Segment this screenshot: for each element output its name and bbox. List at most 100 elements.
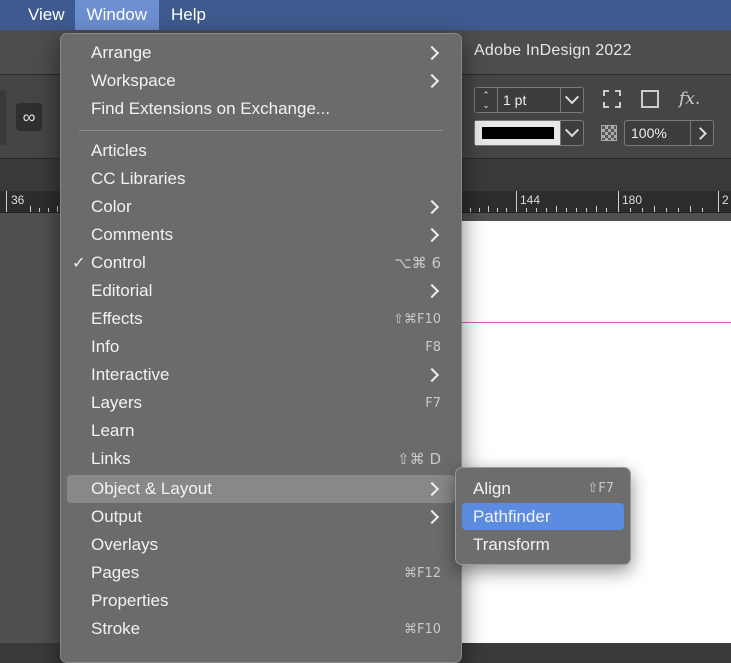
frame-fitting-icon[interactable] bbox=[603, 90, 621, 108]
menu-item-articles[interactable]: Articles bbox=[67, 137, 455, 165]
chevron-down-icon bbox=[564, 123, 580, 138]
checkmark-icon: ✓ bbox=[72, 255, 86, 272]
menu-separator bbox=[79, 130, 443, 131]
menu-item-label: Info bbox=[91, 337, 120, 356]
menu-window[interactable]: Window bbox=[74, 0, 160, 30]
ruler-tick bbox=[39, 208, 40, 212]
menu-item-effects[interactable]: Effects ⇧⌘F10 bbox=[67, 305, 455, 333]
menu-item-label: Interactive bbox=[91, 365, 170, 384]
ruler-label: 2 bbox=[722, 193, 729, 207]
stroke-type-dropdown[interactable] bbox=[560, 121, 583, 145]
menu-item-label: Overlays bbox=[91, 535, 159, 554]
ruler-tick bbox=[576, 208, 577, 212]
ruler-tick bbox=[654, 206, 655, 212]
window-menu: Arrange Workspace Find Extensions on Exc… bbox=[60, 33, 462, 663]
menu-item-pages[interactable]: Pages ⌘F12 bbox=[67, 559, 455, 587]
ruler-tick bbox=[566, 208, 567, 212]
ruler-major-tick bbox=[516, 191, 517, 212]
ruler-label: 36 bbox=[11, 193, 25, 207]
ruler-major-tick bbox=[718, 191, 719, 212]
menu-item-label: Control bbox=[91, 253, 146, 272]
submenu-item-align[interactable]: Align ⇧F7 bbox=[462, 475, 624, 502]
ruler-tick bbox=[606, 208, 607, 212]
stepper-arrows-icon[interactable]: ⌃ ⌄ bbox=[475, 88, 498, 112]
menu-item-shortcut: ⌘F12 bbox=[403, 565, 441, 581]
ruler-tick bbox=[546, 208, 547, 212]
ruler-major-tick bbox=[6, 191, 7, 212]
ruler-tick bbox=[526, 208, 527, 212]
menu-item-find-extensions[interactable]: Find Extensions on Exchange... bbox=[67, 95, 455, 123]
menu-item-label: Find Extensions on Exchange... bbox=[91, 99, 331, 118]
submenu-item-shortcut: ⇧F7 bbox=[587, 481, 614, 496]
effects-fx-icon[interactable]: fx. bbox=[679, 89, 700, 109]
opacity-field[interactable]: 100% bbox=[624, 120, 714, 146]
control-panel-left-edge bbox=[0, 90, 6, 145]
document-page[interactable] bbox=[462, 221, 731, 643]
ruler-tick bbox=[479, 208, 480, 212]
menu-item-workspace[interactable]: Workspace bbox=[67, 67, 455, 95]
menu-item-shortcut: F7 bbox=[425, 395, 441, 411]
stroke-weight-value[interactable]: 1 pt bbox=[498, 92, 560, 108]
ruler-label: 180 bbox=[622, 193, 643, 207]
ruler-tick bbox=[536, 208, 537, 212]
ruler-tick bbox=[642, 208, 643, 212]
menu-item-comments[interactable]: Comments bbox=[67, 221, 455, 249]
opacity-expand-button[interactable] bbox=[690, 121, 713, 145]
ruler-major-tick bbox=[618, 191, 619, 212]
ruler-tick bbox=[497, 208, 498, 212]
submenu-item-label: Align bbox=[473, 478, 511, 498]
menu-item-shortcut: ⌥⌘ 6 bbox=[394, 254, 441, 272]
menubar: View Window Help bbox=[0, 0, 731, 30]
constrain-link-icon[interactable]: ∞ bbox=[16, 103, 42, 131]
menu-item-object-layout[interactable]: Object & Layout bbox=[67, 475, 455, 503]
stroke-type-select[interactable] bbox=[474, 120, 584, 146]
menu-item-label: Output bbox=[91, 507, 143, 526]
stroke-frame-icon[interactable] bbox=[641, 90, 659, 108]
menu-item-control[interactable]: ✓ Control ⌥⌘ 6 bbox=[67, 249, 455, 277]
opacity-value[interactable]: 100% bbox=[625, 125, 690, 141]
menu-item-learn[interactable]: Learn bbox=[67, 417, 455, 445]
stroke-type-swatch[interactable] bbox=[475, 121, 560, 145]
ruler-tick bbox=[48, 208, 49, 212]
menu-item-label: Learn bbox=[91, 421, 135, 440]
object-layout-submenu: Align ⇧F7 Pathfinder Transform bbox=[455, 467, 631, 565]
app-title: Adobe InDesign 2022 bbox=[474, 42, 632, 59]
menubar-edge bbox=[0, 0, 14, 30]
submenu-item-transform[interactable]: Transform bbox=[462, 531, 624, 558]
menu-item-stroke[interactable]: Stroke ⌘F10 bbox=[67, 615, 455, 643]
menu-view[interactable]: View bbox=[14, 0, 75, 30]
margin-guide bbox=[462, 322, 731, 323]
menu-item-label: Links bbox=[91, 449, 131, 468]
menu-item-interactive[interactable]: Interactive bbox=[67, 361, 455, 389]
menu-item-info[interactable]: Info F8 bbox=[67, 333, 455, 361]
submenu-arrow-icon bbox=[424, 283, 440, 299]
ruler-tick bbox=[690, 206, 691, 212]
menu-item-shortcut: F8 bbox=[425, 339, 441, 355]
stroke-weight-dropdown[interactable] bbox=[560, 88, 583, 112]
ruler-label: 144 bbox=[520, 193, 541, 207]
stroke-weight-stepper[interactable]: ⌃ ⌄ 1 pt bbox=[474, 87, 584, 113]
menu-item-label: Properties bbox=[91, 591, 169, 610]
submenu-item-label: Transform bbox=[473, 534, 550, 554]
submenu-item-pathfinder[interactable]: Pathfinder bbox=[462, 503, 624, 530]
ruler-tick bbox=[666, 208, 667, 212]
menu-item-layers[interactable]: Layers F7 bbox=[67, 389, 455, 417]
menu-item-cc-libraries[interactable]: CC Libraries bbox=[67, 165, 455, 193]
ruler-tick bbox=[596, 206, 597, 212]
opacity-checker-icon bbox=[601, 125, 617, 141]
menu-item-overlays[interactable]: Overlays bbox=[67, 531, 455, 559]
menu-item-links[interactable]: Links ⇧⌘ D bbox=[67, 445, 455, 473]
ruler-tick bbox=[488, 206, 489, 212]
menu-item-label: Editorial bbox=[91, 281, 153, 300]
menu-help[interactable]: Help bbox=[159, 0, 218, 30]
menu-item-label: Object & Layout bbox=[91, 479, 212, 498]
submenu-arrow-icon bbox=[424, 199, 440, 215]
ruler-tick bbox=[30, 206, 31, 212]
menu-item-properties[interactable]: Properties bbox=[67, 587, 455, 615]
menu-item-arrange[interactable]: Arrange bbox=[67, 39, 455, 67]
menu-item-color[interactable]: Color bbox=[67, 193, 455, 221]
menu-item-editorial[interactable]: Editorial bbox=[67, 277, 455, 305]
ruler-tick bbox=[630, 208, 631, 212]
ruler-tick bbox=[506, 208, 507, 212]
menu-item-output[interactable]: Output bbox=[67, 503, 455, 531]
